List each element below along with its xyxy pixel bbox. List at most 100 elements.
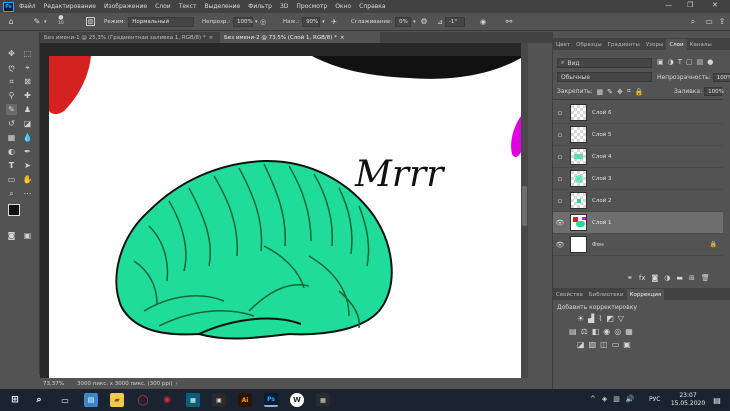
zoom-level[interactable]: 73,37% [43,381,71,387]
crop-tool-icon[interactable]: ⌗ [6,76,17,87]
photo-filter-icon[interactable]: ◉ [603,327,610,336]
smoothing-settings-icon[interactable]: ⚙ [419,17,429,27]
quick-select-tool-icon[interactable]: ⌖ [22,62,33,73]
layer-row[interactable]: ▫ Слой 3 [553,168,723,190]
layer-row-selected[interactable]: 👁 Слой 1 [553,212,723,234]
move-tool-icon[interactable]: ✥ [6,48,17,59]
eraser-tool-icon[interactable]: ◪ [22,118,33,129]
opera-icon[interactable]: ◯ [136,393,150,407]
dodge-tool-icon[interactable]: ◐ [6,146,17,157]
brush-tool-icon[interactable]: ✎ [32,17,42,27]
brightness-icon[interactable]: ☀ [577,314,584,323]
task-view-icon[interactable]: ▭ [58,393,72,407]
type-tool-icon[interactable]: T [6,160,17,171]
fill-input[interactable]: 100% [704,87,724,96]
layer-name[interactable]: Фон [592,242,604,248]
pressure-input[interactable]: 90% [302,16,321,27]
menu-text[interactable]: Текст [179,3,197,10]
more-tools-icon[interactable]: ⋯ [22,188,33,199]
network-icon[interactable]: ▥ [613,395,620,403]
visibility-on-icon[interactable]: 👁 [553,241,567,249]
menu-3d[interactable]: 3D [280,3,288,10]
frame-tool-icon[interactable]: ⊠ [22,76,33,87]
tab-channels[interactable]: Каналы [687,39,715,50]
airbrush-icon[interactable]: ✈ [329,17,339,27]
pen-tool-icon[interactable]: ✒ [22,146,33,157]
smoothing-dropdown-icon[interactable]: ▾ [413,19,416,25]
hue-saturation-icon[interactable]: ▤ [569,327,577,336]
layer-filter-select[interactable]: ⌕ Вид [557,58,652,68]
layer-row[interactable]: ▫ Слой 2 [553,190,723,212]
layer-style-icon[interactable]: fx [639,274,646,282]
menu-filter[interactable]: Фильтр [248,3,272,10]
lock-all-icon[interactable]: 🔒 [635,88,644,96]
filter-shape-icon[interactable]: ▢ [686,58,693,66]
filter-pixel-icon[interactable]: ▣ [657,58,664,66]
vibrance-icon[interactable]: ▽ [618,314,624,323]
visibility-off-icon[interactable]: ▫ [553,109,567,117]
volume-icon[interactable]: 🔊 [626,395,635,403]
add-mask-icon[interactable]: ◙ [651,274,658,282]
tab-layers[interactable]: Слои [666,39,687,50]
menu-window[interactable]: Окно [335,3,351,10]
menu-help[interactable]: Справка [359,3,385,10]
blend-mode-select[interactable]: Обычные [557,72,652,82]
layer-name[interactable]: Слой 6 [592,110,612,116]
clock[interactable]: 23:07 15.05.2020 [670,392,706,408]
filter-toggle-icon[interactable]: ● [707,58,713,66]
layer-row[interactable]: ▫ Слой 4 [553,146,723,168]
tray-app-icon[interactable]: ◈ [602,395,607,403]
exposure-icon[interactable]: ◩ [606,314,614,323]
app-icon-4[interactable]: W [290,393,304,407]
scrollbar-thumb[interactable] [522,186,527,226]
brush-tool-icon[interactable]: ✎ [6,104,17,115]
quick-mask-icon[interactable]: ◙ [6,230,17,241]
menu-image[interactable]: Изображение [104,3,147,10]
smoothing-input[interactable]: 0% [395,16,412,27]
shape-tool-icon[interactable]: ▭ [6,174,17,185]
illustrator-icon[interactable]: Ai [238,393,252,407]
menu-file[interactable]: Файл [19,3,36,10]
new-adjustment-icon[interactable]: ◑ [664,274,670,282]
filter-type-icon[interactable]: T [678,58,682,66]
layer-opacity-input[interactable]: 100% [712,73,730,82]
visibility-off-icon[interactable]: ▫ [553,131,567,139]
pressure-size-icon[interactable]: ◉ [478,17,488,27]
stamp-tool-icon[interactable]: ♟ [22,104,33,115]
tab-swatches[interactable]: Образцы [573,39,605,50]
link-layers-icon[interactable]: ⚭ [627,274,633,282]
angle-input[interactable]: -1° [444,16,465,27]
language-indicator[interactable]: РУС [649,396,660,403]
app-icon-2[interactable]: ▦ [186,393,200,407]
tab-document-1[interactable]: Без имени-1 @ 25,3% (Градиентная заливка… [40,32,218,43]
curves-icon[interactable]: ⌇ [598,314,602,323]
layer-row[interactable]: ▫ Слой 5 [553,124,723,146]
gradient-tool-icon[interactable]: ▦ [6,132,17,143]
tab-close-icon[interactable]: × [340,35,345,41]
app-icon-5[interactable]: ▦ [316,393,330,407]
tab-patterns[interactable]: Узоры [643,39,666,50]
tab-color[interactable]: Цвет [553,39,573,50]
file-explorer-icon[interactable]: ▰ [110,393,124,407]
color-balance-icon[interactable]: ⚖ [581,327,588,336]
start-icon[interactable]: ⊞ [8,393,22,407]
menu-edit[interactable]: Редактирование [44,3,96,10]
vertical-scrollbar[interactable] [521,43,528,378]
new-group-icon[interactable]: ▬ [676,274,683,282]
tab-libraries[interactable]: Библиотеки [586,289,627,300]
photoshop-taskbar-icon[interactable]: Ps [264,393,278,407]
path-select-tool-icon[interactable]: ➤ [22,160,33,171]
tab-properties[interactable]: Свойства [553,289,586,300]
threshold-icon[interactable]: ◫ [600,340,608,349]
tab-gradients[interactable]: Градиенты [605,39,643,50]
workspace[interactable]: Mrrr [40,43,521,378]
blur-tool-icon[interactable]: 💧 [22,132,33,143]
layer-row[interactable]: 👁 Фон 🔒 [553,234,723,256]
history-brush-tool-icon[interactable]: ↺ [6,118,17,129]
maximize-icon[interactable]: ❐ [687,1,693,9]
opacity-input[interactable]: 100% [233,16,253,27]
lock-pixels-icon[interactable]: ▦ [597,88,604,96]
selective-color-icon[interactable]: ▣ [623,340,631,349]
lasso-tool-icon[interactable]: ღ [6,62,17,73]
menu-layers[interactable]: Слои [155,3,171,10]
